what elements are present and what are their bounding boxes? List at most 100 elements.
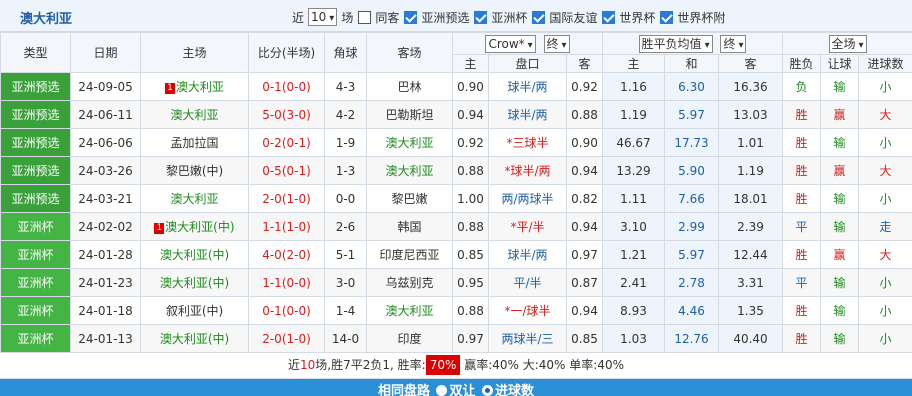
corner-score: 1-4 bbox=[324, 296, 367, 325]
section-title: 相同盘路 bbox=[377, 384, 430, 396]
chevron-down-icon: ▾ bbox=[561, 39, 567, 51]
col-home: 主场 bbox=[140, 32, 249, 73]
asian-away-odds: 0.88 bbox=[565, 100, 604, 129]
chevron-down-icon: ▾ bbox=[704, 39, 710, 51]
match-score[interactable]: 0-2(0-1) bbox=[248, 128, 325, 157]
asian-line: *平/半 bbox=[488, 212, 567, 241]
away-team[interactable]: 韩国 bbox=[366, 212, 453, 241]
asian-home-odds: 0.92 bbox=[452, 128, 489, 157]
asian-away-odds: 0.92 bbox=[565, 72, 604, 101]
handicap-outcome: 输 bbox=[820, 72, 860, 101]
asian-home-odds: 0.88 bbox=[452, 296, 489, 325]
match-score[interactable]: 4-0(2-0) bbox=[248, 240, 325, 269]
euro-home-odds: 46.67 bbox=[602, 128, 666, 157]
match-score[interactable]: 5-0(3-0) bbox=[248, 100, 325, 129]
asian-away-odds: 0.94 bbox=[565, 212, 604, 241]
table-row[interactable]: 亚洲杯 24-01-28 澳大利亚(中) 4-0(2-0) 5-1 印度尼西亚 0.85 球半… bbox=[0, 240, 912, 269]
away-team[interactable]: 巴林 bbox=[366, 72, 453, 101]
match-score[interactable]: 2-0(1-0) bbox=[248, 184, 325, 213]
away-team[interactable]: 澳大利亚 bbox=[366, 296, 453, 325]
filter-checkbox-1[interactable] bbox=[474, 10, 488, 24]
home-team[interactable]: 澳大利亚 bbox=[140, 184, 249, 213]
match-date: 24-01-28 bbox=[70, 240, 141, 269]
top-bar: 澳大利亚 近 10 ▾ 场 同客 亚洲预选 亚洲杯 国际友谊 世界杯 世界杯附 bbox=[0, 0, 912, 32]
table-row[interactable]: 亚洲杯 24-01-18 叙利亚(中) 0-1(0-0) 1-4 澳大利亚 0.88 *一/球… bbox=[0, 296, 912, 325]
rank-badge: 1 bbox=[154, 223, 165, 234]
home-team[interactable]: 澳大利亚(中) bbox=[140, 240, 249, 269]
match-score[interactable]: 2-0(1-0) bbox=[248, 324, 325, 353]
home-team[interactable]: 澳大利亚(中) bbox=[140, 324, 249, 353]
match-score[interactable]: 0-1(0-0) bbox=[248, 72, 325, 101]
match-date: 24-01-18 bbox=[70, 296, 141, 325]
filter-checkbox-0[interactable] bbox=[404, 10, 418, 24]
home-team[interactable]: 叙利亚(中) bbox=[140, 296, 249, 325]
table-row[interactable]: 亚洲预选 24-06-11 澳大利亚 5-0(3-0) 4-2 巴勒斯坦 0.94 球半/两 0… bbox=[0, 100, 912, 129]
table-row[interactable]: 亚洲预选 24-06-06 孟加拉国 0-2(0-1) 1-9 澳大利亚 0.92 *三球半 0… bbox=[0, 128, 912, 157]
match-date: 24-06-11 bbox=[70, 100, 141, 129]
table-row[interactable]: 亚洲杯 24-01-13 澳大利亚(中) 2-0(1-0) 14-0 印度 0.97 两球半/… bbox=[0, 324, 912, 353]
table-row[interactable]: 亚洲预选 24-09-05 1 澳大利亚 0-1(0-0) 4-3 巴林 0.90 球半/两 0.… bbox=[0, 72, 912, 101]
sub-col-asian-home: 主 bbox=[452, 54, 489, 73]
home-team[interactable]: 黎巴嫩(中) bbox=[140, 156, 249, 185]
match-score[interactable]: 0-5(0-1) bbox=[248, 156, 325, 185]
match-score[interactable]: 1-1(0-0) bbox=[248, 268, 325, 297]
match-score[interactable]: 1-1(1-0) bbox=[248, 212, 325, 241]
corner-score: 14-0 bbox=[324, 324, 367, 353]
corner-score: 5-1 bbox=[324, 240, 367, 269]
home-team[interactable]: 澳大利亚(中) bbox=[140, 268, 249, 297]
match-score[interactable]: 0-1(0-0) bbox=[248, 296, 325, 325]
radio-double-handicap[interactable] bbox=[436, 385, 448, 396]
match-table: 类型 日期 主场 比分(半场) 角球 客场 Crow* ▾ 终 ▾ 胜平负均值 ▾ 终… bbox=[0, 32, 912, 353]
count-select[interactable]: 10 ▾ bbox=[308, 8, 338, 26]
table-row[interactable]: 亚洲预选 24-03-26 黎巴嫩(中) 0-5(0-1) 1-3 澳大利亚 0.88 *球半… bbox=[0, 156, 912, 185]
filter-checkbox-3[interactable] bbox=[602, 10, 616, 24]
away-team[interactable]: 印度尼西亚 bbox=[366, 240, 453, 269]
match-date: 24-06-06 bbox=[70, 128, 141, 157]
col-corners: 角球 bbox=[324, 32, 367, 73]
company-select[interactable]: Crow* ▾ bbox=[485, 34, 536, 53]
corner-score: 4-2 bbox=[324, 100, 367, 129]
radio-goals[interactable] bbox=[482, 385, 494, 396]
euro-term-select[interactable]: 终 ▾ bbox=[720, 34, 747, 53]
asian-term-select[interactable]: 终 ▾ bbox=[543, 34, 570, 53]
team-title: 澳大利亚 bbox=[20, 12, 73, 27]
filter-bar: 近 10 ▾ 场 同客 亚洲预选 亚洲杯 国际友谊 世界杯 世界杯附 bbox=[292, 8, 725, 26]
result-outcome: 胜 bbox=[782, 240, 822, 269]
euro-draw-odds: 7.66 bbox=[664, 184, 720, 213]
summary-rates: 赢率:40% 大:40% 单率:40% bbox=[464, 358, 624, 372]
away-team[interactable]: 澳大利亚 bbox=[366, 128, 453, 157]
asian-away-odds: 0.87 bbox=[565, 268, 604, 297]
goals-outcome: 小 bbox=[858, 324, 912, 353]
home-team[interactable]: 孟加拉国 bbox=[140, 128, 249, 157]
euro-away-odds: 2.39 bbox=[718, 212, 784, 241]
filter-label-4: 世界杯附 bbox=[677, 10, 726, 25]
odds-type-select[interactable]: 胜平负均值 ▾ bbox=[638, 34, 713, 53]
euro-away-odds: 18.01 bbox=[718, 184, 784, 213]
away-team[interactable]: 乌兹别克 bbox=[366, 268, 453, 297]
away-team[interactable]: 巴勒斯坦 bbox=[366, 100, 453, 129]
summary-count: 10 bbox=[300, 358, 316, 372]
away-team[interactable]: 黎巴嫩 bbox=[366, 184, 453, 213]
filter-checkbox-2[interactable] bbox=[532, 10, 546, 24]
filter-checkbox-4[interactable] bbox=[660, 10, 674, 24]
result-outcome: 平 bbox=[782, 268, 822, 297]
col-score: 比分(半场) bbox=[248, 32, 325, 73]
asian-away-odds: 0.94 bbox=[565, 156, 604, 185]
away-team[interactable]: 澳大利亚 bbox=[366, 156, 453, 185]
euro-draw-odds: 5.97 bbox=[664, 240, 720, 269]
match-type: 亚洲预选 bbox=[0, 184, 71, 213]
same-host-checkbox[interactable] bbox=[358, 10, 372, 24]
home-team[interactable]: 1 澳大利亚 bbox=[140, 72, 249, 101]
match-date: 24-03-26 bbox=[70, 156, 141, 185]
scope-select[interactable]: 全场 ▾ bbox=[828, 34, 867, 53]
home-team[interactable]: 澳大利亚 bbox=[140, 100, 249, 129]
table-row[interactable]: 亚洲预选 24-03-21 澳大利亚 2-0(1-0) 0-0 黎巴嫩 1.00 两/两球半 0… bbox=[0, 184, 912, 213]
col-away: 客场 bbox=[366, 32, 453, 73]
table-row[interactable]: 亚洲杯 24-02-02 1 澳大利亚(中) 1-1(1-0) 2-6 韩国 0.88 *平/半… bbox=[0, 212, 912, 241]
euro-draw-odds: 2.78 bbox=[664, 268, 720, 297]
asian-line: *球半/两 bbox=[488, 156, 567, 185]
table-row[interactable]: 亚洲杯 24-01-23 澳大利亚(中) 1-1(0-0) 3-0 乌兹别克 0.95 平/半… bbox=[0, 268, 912, 297]
away-team[interactable]: 印度 bbox=[366, 324, 453, 353]
home-team[interactable]: 1 澳大利亚(中) bbox=[140, 212, 249, 241]
result-outcome: 胜 bbox=[782, 184, 822, 213]
